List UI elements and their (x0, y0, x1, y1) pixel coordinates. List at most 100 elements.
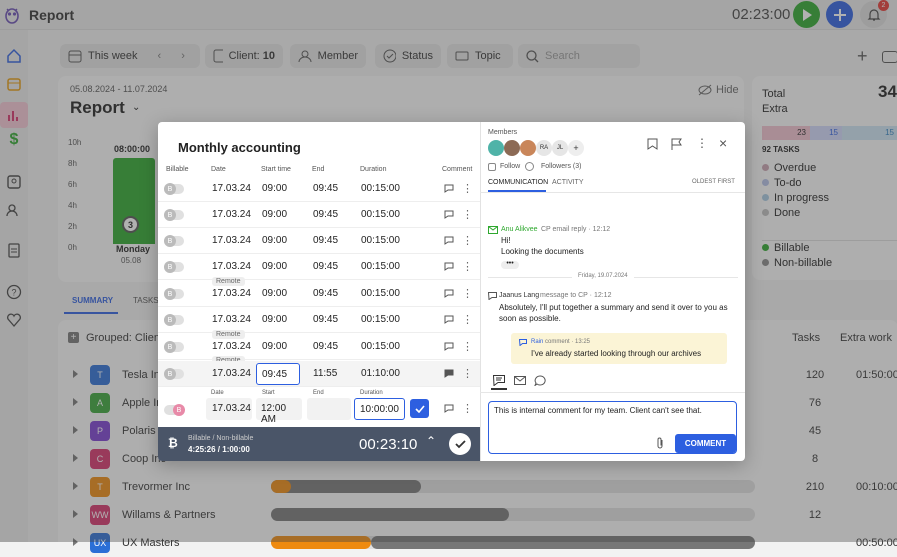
billable-toggle[interactable]: B (164, 261, 184, 273)
billable-toggle[interactable]: B (164, 209, 184, 221)
follow-checkbox[interactable] (488, 163, 496, 171)
entry-end[interactable]: 11:55 (313, 368, 337, 379)
member-avatar[interactable]: JL (552, 140, 568, 156)
entry-start[interactable]: 09:00 (262, 341, 287, 352)
time-entry-row[interactable]: B 17.03.24 09:00 09:45 00:15:00 ⋮ (158, 228, 480, 254)
entry-end[interactable]: 09:45 (313, 314, 338, 325)
entry-duration[interactable]: 00:15:00 (361, 288, 400, 299)
entry-start-input[interactable]: 09:45 (256, 363, 300, 385)
entry-start[interactable]: 09:00 (262, 261, 287, 272)
comment-textarea[interactable]: This is internal comment for my team. Cl… (488, 401, 737, 454)
entry-date[interactable]: 17.03.24 (212, 209, 251, 220)
time-entry-row[interactable]: B 17.03.24 09:00 09:45 00:15:00 ⋮ (158, 176, 480, 202)
billable-toggle[interactable]: B (164, 183, 184, 195)
entry-duration[interactable]: 01:10:00 (361, 368, 400, 379)
entry-start[interactable]: 09:00 (262, 288, 287, 299)
new-start-label: Start (262, 390, 275, 396)
member-avatar[interactable] (520, 140, 536, 156)
more-icon[interactable]: ⋮ (462, 287, 473, 300)
sort-dropdown[interactable]: OLDEST FIRST (692, 179, 735, 185)
time-entry-row[interactable]: B 17.03.24 09:00 09:45 00:15:00 ⋮ (158, 334, 480, 360)
add-member-icon[interactable]: + (568, 140, 584, 156)
billable-toggle[interactable]: B (164, 404, 185, 416)
tab-communication[interactable]: COMMUNICATION (488, 179, 548, 186)
more-icon[interactable]: ⋮ (462, 340, 473, 353)
time-entry-row[interactable]: B 17.03.24 09:00 09:45 00:15:00 ⋮ (158, 307, 480, 333)
entry-date[interactable]: 17.03.24 (212, 183, 251, 194)
comment-icon[interactable] (444, 369, 454, 378)
paperclip-icon[interactable] (655, 437, 665, 449)
entry-start[interactable]: 09:00 (262, 183, 287, 194)
more-icon[interactable]: ⋮ (462, 208, 473, 221)
comment-icon[interactable] (444, 342, 454, 351)
entry-duration[interactable]: 00:15:00 (361, 261, 400, 272)
time-entry-row[interactable]: B 17.03.24 09:00 09:45 00:15:00 ⋮ (158, 202, 480, 228)
email-icon[interactable] (514, 376, 526, 385)
entry-date[interactable]: 17.03.24 (212, 288, 251, 299)
time-entry-row[interactable]: B 17.03.24 09:00 09:45 00:15:00 ⋮ (158, 281, 480, 307)
comment-icon[interactable] (444, 210, 454, 219)
entry-end[interactable]: 09:45 (313, 183, 338, 194)
comment-icon[interactable] (444, 315, 454, 324)
chevron-up-icon[interactable]: ⌃ (426, 434, 436, 448)
more-icon[interactable]: ⋮ (462, 234, 473, 247)
entry-date[interactable]: 17.03.24 (212, 235, 251, 246)
comment-button[interactable]: COMMENT (675, 434, 736, 453)
more-icon[interactable]: ⋮ (462, 402, 473, 415)
col-start: Start time (261, 166, 291, 173)
entry-duration[interactable]: 00:15:00 (361, 183, 400, 194)
comment-icon[interactable] (444, 236, 454, 245)
billable-toggle[interactable]: B (164, 235, 184, 247)
more-icon[interactable]: ⋮ (462, 313, 473, 326)
comment-icon[interactable] (444, 184, 454, 193)
comment-icon[interactable] (444, 404, 454, 413)
member-avatar[interactable] (504, 140, 520, 156)
more-icon[interactable]: ⋮ (462, 260, 473, 273)
entry-end[interactable]: 09:45 (313, 209, 338, 220)
close-icon[interactable]: × (719, 135, 727, 151)
internal-comment: Rain comment · 13:25 I've already starte… (511, 333, 727, 364)
comment-icon[interactable] (444, 289, 454, 298)
more-icon[interactable]: ⋮ (462, 367, 473, 380)
entry-date[interactable]: 17.03.24 (212, 314, 251, 325)
expand-quote-icon[interactable]: ••• (501, 260, 519, 269)
member-avatar[interactable] (488, 140, 504, 156)
entry-start[interactable]: 09:00 (262, 235, 287, 246)
new-date-input[interactable]: 17.03.24 (206, 398, 252, 420)
entry-end[interactable]: 09:45 (313, 261, 338, 272)
entry-duration[interactable]: 00:15:00 (361, 314, 400, 325)
new-end-input[interactable] (307, 398, 351, 420)
entry-start[interactable]: 09:00 (262, 314, 287, 325)
followers-dropdown[interactable]: Followers (3) (541, 163, 581, 170)
stop-timer-button[interactable] (449, 433, 471, 455)
more-icon[interactable]: ⋮ (462, 182, 473, 195)
entry-date[interactable]: 17.03.24 (212, 368, 251, 379)
check-icon (454, 439, 466, 448)
time-entry-row[interactable]: B 17.03.24 09:00 09:45 00:15:00 ⋮ (158, 254, 480, 280)
confirm-entry-button[interactable] (410, 399, 429, 418)
entry-date[interactable]: 17.03.24 (212, 341, 251, 352)
member-avatar[interactable]: RA (536, 140, 552, 156)
entry-end[interactable]: 09:45 (313, 288, 338, 299)
entry-duration[interactable]: 00:15:00 (361, 341, 400, 352)
entry-end[interactable]: 09:45 (313, 341, 338, 352)
new-start-input[interactable]: 12:00 AM (256, 398, 302, 425)
billable-toggle[interactable]: B (164, 314, 184, 326)
new-duration-input[interactable]: 10:00:00 (354, 398, 405, 420)
more-icon[interactable]: ⋮ (696, 136, 708, 150)
billable-toggle[interactable]: B (164, 368, 184, 380)
time-entry-row-editing[interactable]: B 17.03.24 09:45 11:55 01:10:00 ⋮ (158, 361, 480, 387)
bookmark-icon[interactable] (647, 138, 658, 150)
entry-duration[interactable]: 00:15:00 (361, 235, 400, 246)
comment-icon[interactable] (444, 262, 454, 271)
entry-end[interactable]: 09:45 (313, 235, 338, 246)
billable-toggle[interactable]: B (164, 288, 184, 300)
chat-icon[interactable] (534, 375, 546, 386)
billable-toggle[interactable]: B (164, 341, 184, 353)
entry-date[interactable]: 17.03.24 (212, 261, 251, 272)
entry-duration[interactable]: 00:15:00 (361, 209, 400, 220)
internal-comment-tab-icon[interactable] (493, 375, 505, 386)
entry-start[interactable]: 09:00 (262, 209, 287, 220)
flag-icon[interactable] (671, 138, 682, 150)
tab-activity[interactable]: ACTIVITY (552, 179, 584, 186)
